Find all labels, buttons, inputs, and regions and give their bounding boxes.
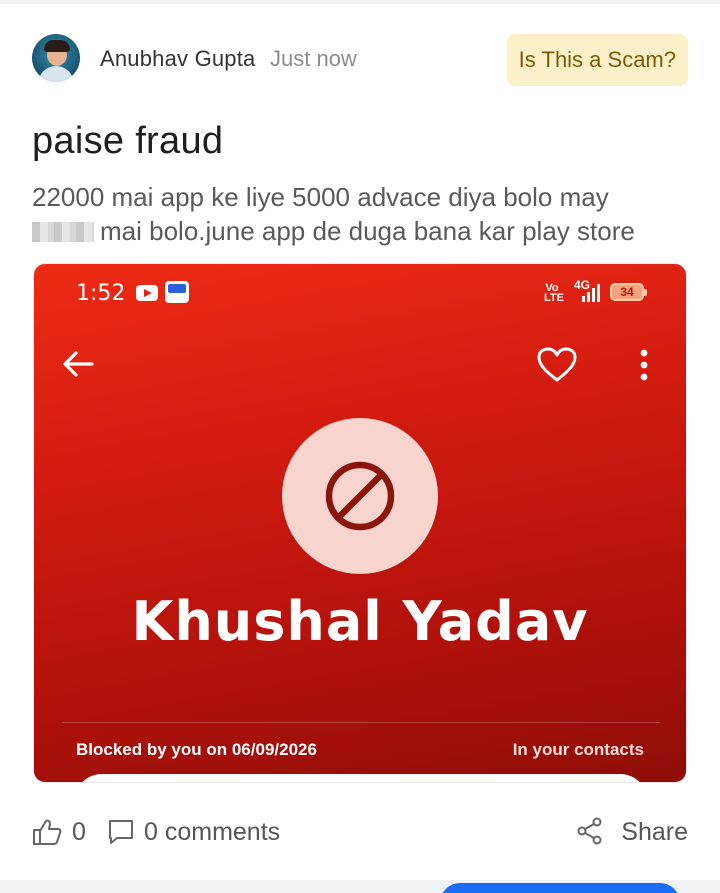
back-arrow-icon[interactable] [58, 344, 98, 384]
battery-indicator: 34 [610, 283, 647, 301]
contact-name: Khushal Yadav [131, 590, 589, 653]
redacted-blur [32, 222, 94, 242]
post-title: paise fraud [32, 120, 224, 162]
comment-icon[interactable] [107, 818, 135, 846]
avatar-shirt [38, 66, 74, 82]
contacts-status-text: In your contacts [512, 740, 644, 759]
phone-status-bar: 1:52 Vo LTE 4G 34 [34, 264, 686, 324]
post-screenshot-image[interactable]: 1:52 Vo LTE 4G 34 Khushal Yadav Blocked … [33, 263, 687, 783]
scam-category-badge[interactable]: Is This a Scam? [506, 34, 688, 86]
floating-action-button-edge[interactable] [440, 883, 680, 893]
avatar-hair [44, 40, 70, 52]
avatar[interactable] [32, 34, 80, 82]
block-icon [325, 461, 395, 531]
like-count: 0 [72, 818, 86, 846]
more-vertical-icon[interactable] [632, 348, 656, 384]
comment-count[interactable]: 0 comments [144, 818, 280, 847]
status-time: 1:52 [76, 281, 126, 306]
post-body: 22000 mai app ke liye 5000 advace diya b… [32, 180, 692, 248]
share-button[interactable]: Share [621, 818, 688, 847]
author-name[interactable]: Anubhav Gupta [100, 46, 256, 72]
blocked-status-text: Blocked by you on 06/09/2026 [76, 740, 317, 759]
top-divider [0, 0, 720, 4]
volte-indicator: Vo LTE [544, 282, 564, 304]
youtube-icon [136, 285, 158, 301]
card-divider [62, 722, 660, 723]
bottom-sheet-edge [74, 774, 648, 782]
blocked-contact-avatar [282, 418, 438, 574]
share-icon[interactable] [576, 817, 604, 845]
app-notification-icon [165, 281, 189, 303]
thumbs-up-icon[interactable] [32, 818, 62, 846]
post-actions: 0 0 comments Share [32, 812, 688, 852]
signal-strength-icon [582, 284, 600, 302]
post-body-line-2: mai bolo.june app de duga bana kar play … [32, 214, 692, 248]
post-header: Anubhav Gupta Just now Is This a Scam? [32, 32, 688, 86]
heart-icon[interactable] [536, 346, 578, 384]
post-body-line-1: 22000 mai app ke liye 5000 advace diya b… [32, 182, 609, 212]
post-time: Just now [270, 46, 357, 71]
post-body-line-2-text: mai bolo.june app de duga bana kar play … [100, 216, 635, 246]
